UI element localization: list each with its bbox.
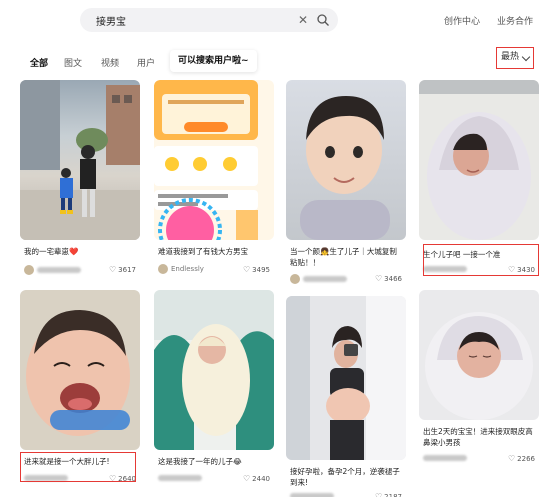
highlight-box: [20, 452, 136, 482]
search-icon[interactable]: [316, 13, 330, 27]
note-author[interactable]: [24, 265, 81, 275]
app-screenshot-image: [154, 80, 258, 240]
heart-icon: ♡: [375, 274, 383, 283]
like-count[interactable]: ♡ 3495: [243, 265, 270, 274]
like-count[interactable]: ♡ 2440: [243, 474, 270, 483]
note-thumbnail[interactable]: [154, 80, 274, 240]
highlight-box: [423, 244, 539, 276]
tab-user[interactable]: 用户: [137, 56, 155, 69]
newborn-sleeping-photo: [425, 312, 533, 420]
note-author[interactable]: [158, 474, 202, 482]
note-thumbnail[interactable]: [286, 296, 406, 460]
search-query[interactable]: 接男宝: [96, 13, 126, 28]
note-thumbnail[interactable]: [419, 290, 539, 420]
boy-portrait-photo: [300, 96, 390, 240]
creator-center-link[interactable]: 创作中心: [444, 14, 480, 27]
note-title[interactable]: 难道我接到了有钱大方男宝: [158, 246, 270, 257]
business-link[interactable]: 业务合作: [497, 14, 533, 27]
heart-icon: ♡: [375, 492, 383, 497]
heart-icon: ♡: [243, 265, 251, 274]
tab-image-text[interactable]: 图文: [64, 56, 82, 69]
like-count[interactable]: ♡ 3617: [109, 265, 136, 274]
author-name-blurred: [37, 267, 81, 273]
pregnant-woman-photo: [286, 296, 406, 460]
note-thumbnail[interactable]: [154, 290, 274, 450]
note-title[interactable]: 出生2天的宝宝！进来接双眼皮高鼻梁小男孩: [423, 426, 535, 448]
sort-dropdown[interactable]: 最热: [496, 47, 534, 69]
note-title[interactable]: 当一个颜👧生了儿子｜大城复制粘贴！！: [290, 246, 402, 268]
note-thumbnail[interactable]: [20, 290, 140, 450]
note-author[interactable]: [423, 454, 467, 462]
street-photo: [20, 80, 140, 240]
user-search-tooltip: 可以搜索用户啦~: [170, 50, 257, 72]
like-count[interactable]: ♡ 3466: [375, 274, 402, 283]
search-input[interactable]: 接男宝 ✕: [80, 8, 338, 32]
tab-video[interactable]: 视频: [101, 56, 119, 69]
close-icon[interactable]: ✕: [298, 12, 308, 28]
note-author[interactable]: [290, 492, 334, 497]
avatar: [290, 274, 300, 284]
note-thumbnail[interactable]: [286, 80, 406, 240]
sort-label: 最热: [501, 52, 520, 62]
tab-all[interactable]: 全部: [30, 56, 48, 69]
author-name-blurred: [158, 475, 202, 481]
note-author[interactable]: [290, 274, 347, 284]
nurse-holding-baby-photo: [154, 290, 274, 450]
note-title[interactable]: 我的一宅辈崽❤️: [24, 246, 136, 257]
author-name-blurred: [290, 493, 334, 497]
note-author[interactable]: Endlessly: [158, 264, 204, 274]
chevron-down-icon: [521, 52, 531, 62]
avatar: [24, 265, 34, 275]
newborn-photo: [419, 80, 539, 240]
note-title[interactable]: 这是我接了一年的儿子😂: [158, 456, 270, 467]
heart-icon: ♡: [243, 474, 251, 483]
like-count[interactable]: ♡ 2187: [375, 492, 402, 497]
note-thumbnail[interactable]: [20, 80, 140, 240]
heart-icon: ♡: [508, 454, 516, 463]
laughing-baby-photo: [26, 310, 130, 436]
heart-icon: ♡: [109, 265, 117, 274]
author-name-blurred: [303, 276, 347, 282]
like-count[interactable]: ♡ 2266: [508, 454, 535, 463]
note-title[interactable]: 接好孕啦，备孕2个月，逆袭褪子到来!: [290, 466, 402, 488]
avatar: [158, 264, 168, 274]
note-thumbnail[interactable]: [419, 80, 539, 240]
author-name-blurred: [423, 455, 467, 461]
